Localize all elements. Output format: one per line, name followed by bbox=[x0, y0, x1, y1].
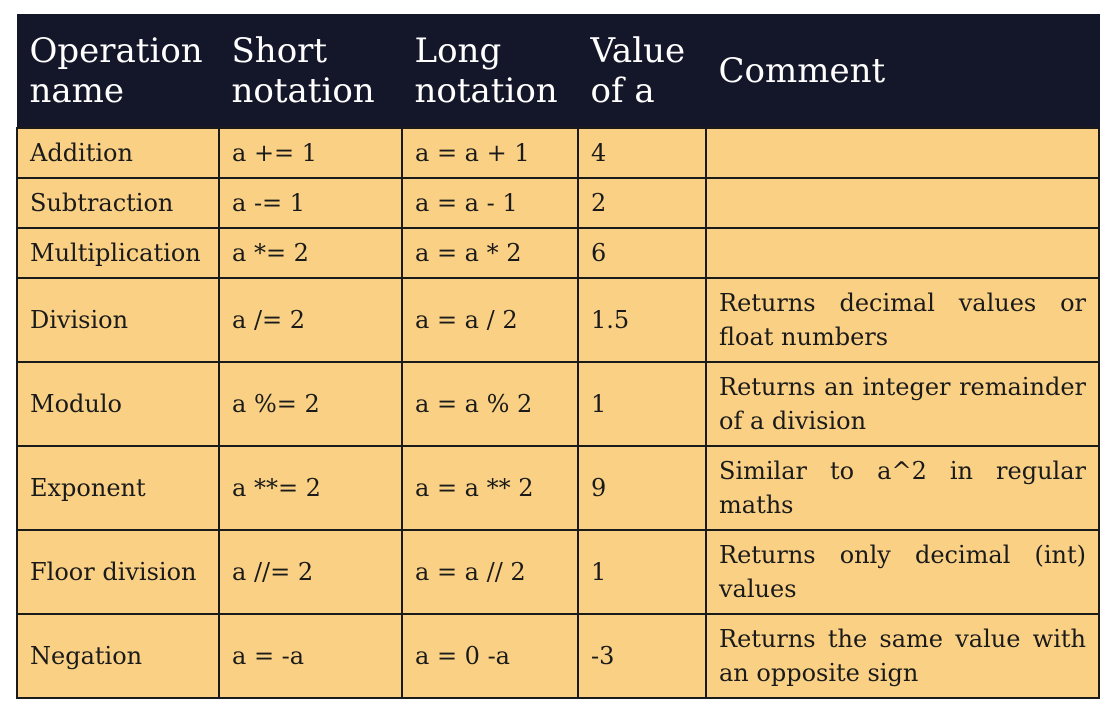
cell-operation-name: Division bbox=[16, 277, 220, 363]
table-row: Subtraction a -= 1 a = a - 1 2 bbox=[16, 177, 1100, 229]
cell-long-notation: a = a % 2 bbox=[401, 361, 579, 447]
cell-long-notation: a = a + 1 bbox=[401, 127, 579, 179]
cell-long-notation: a = 0 -a bbox=[401, 613, 579, 699]
cell-operation-name: Exponent bbox=[16, 445, 220, 531]
header-short-notation: Short notation bbox=[218, 14, 403, 129]
cell-short-notation: a //= 2 bbox=[218, 529, 403, 615]
cell-short-notation: a %= 2 bbox=[218, 361, 403, 447]
header-value-of-a: Value of a bbox=[577, 14, 707, 129]
cell-value: 1 bbox=[577, 529, 707, 615]
cell-long-notation: a = a * 2 bbox=[401, 227, 579, 279]
cell-comment: Returns only decimal (int) values bbox=[705, 529, 1100, 615]
cell-operation-name: Multiplication bbox=[16, 227, 220, 279]
cell-operation-name: Addition bbox=[16, 127, 220, 179]
cell-operation-name: Floor division bbox=[16, 529, 220, 615]
table-row: Multiplication a *= 2 a = a * 2 6 bbox=[16, 227, 1100, 279]
table-row: Negation a = -a a = 0 -a -3 Returns the … bbox=[16, 613, 1100, 699]
cell-comment: Returns the same value with an opposite … bbox=[705, 613, 1100, 699]
document-page: Operation name Short notation Long notat… bbox=[0, 0, 1116, 722]
cell-comment: Similar to a^2 in regular maths bbox=[705, 445, 1100, 531]
cell-long-notation: a = a / 2 bbox=[401, 277, 579, 363]
cell-value: 4 bbox=[577, 127, 707, 179]
cell-short-notation: a **= 2 bbox=[218, 445, 403, 531]
cell-long-notation: a = a ** 2 bbox=[401, 445, 579, 531]
table-row: Exponent a **= 2 a = a ** 2 9 Similar to… bbox=[16, 445, 1100, 531]
cell-value: 1 bbox=[577, 361, 707, 447]
cell-value: 1.5 bbox=[577, 277, 707, 363]
cell-operation-name: Negation bbox=[16, 613, 220, 699]
cell-long-notation: a = a // 2 bbox=[401, 529, 579, 615]
cell-comment bbox=[705, 127, 1100, 179]
cell-comment: Returns decimal values or float numbers bbox=[705, 277, 1100, 363]
cell-value: 2 bbox=[577, 177, 707, 229]
table-row: Floor division a //= 2 a = a // 2 1 Retu… bbox=[16, 529, 1100, 615]
table-row: Modulo a %= 2 a = a % 2 1 Returns an int… bbox=[16, 361, 1100, 447]
cell-value: -3 bbox=[577, 613, 707, 699]
cell-short-notation: a *= 2 bbox=[218, 227, 403, 279]
cell-value: 6 bbox=[577, 227, 707, 279]
table-row: Addition a += 1 a = a + 1 4 bbox=[16, 127, 1100, 179]
cell-short-notation: a = -a bbox=[218, 613, 403, 699]
cell-comment: Returns an integer remainder of a divisi… bbox=[705, 361, 1100, 447]
cell-short-notation: a /= 2 bbox=[218, 277, 403, 363]
cell-comment bbox=[705, 177, 1100, 229]
cell-operation-name: Subtraction bbox=[16, 177, 220, 229]
cell-short-notation: a += 1 bbox=[218, 127, 403, 179]
cell-comment bbox=[705, 227, 1100, 279]
header-long-notation: Long notation bbox=[401, 14, 579, 129]
header-comment: Comment bbox=[705, 14, 1100, 129]
table-header-row: Operation name Short notation Long notat… bbox=[16, 14, 1100, 129]
table-row: Division a /= 2 a = a / 2 1.5 Returns de… bbox=[16, 277, 1100, 363]
cell-operation-name: Modulo bbox=[16, 361, 220, 447]
cell-long-notation: a = a - 1 bbox=[401, 177, 579, 229]
header-operation-name: Operation name bbox=[16, 14, 220, 129]
operators-table: Operation name Short notation Long notat… bbox=[16, 14, 1100, 699]
cell-value: 9 bbox=[577, 445, 707, 531]
cell-short-notation: a -= 1 bbox=[218, 177, 403, 229]
